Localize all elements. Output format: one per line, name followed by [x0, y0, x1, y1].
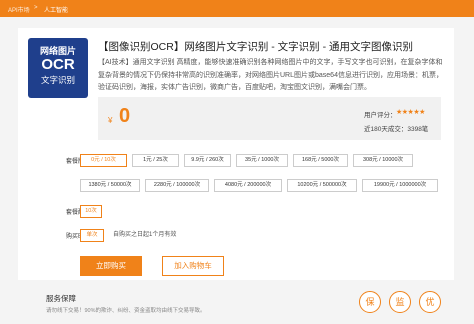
- add-to-cart-button[interactable]: 加入购物车: [162, 256, 224, 276]
- package-option-4[interactable]: 168元 / 5000次: [293, 154, 348, 167]
- product-title: 【图像识别OCR】网络图片文字识别 - 文字识别 - 通用文字图像识别: [98, 41, 413, 53]
- top-nav-bar: API市场 > 人工智能: [0, 0, 474, 17]
- quota-value[interactable]: 10次: [80, 205, 102, 218]
- product-card: 网络图片 OCR 文字识别 【图像识别OCR】网络图片文字识别 - 文字识别 -…: [18, 28, 454, 280]
- guarantee-warning: 请勿线下交易！90%的欺诈、纠纷、资金盗取均由线下交易导致。: [46, 308, 206, 314]
- breadcrumb-api-market[interactable]: API市场: [8, 5, 30, 14]
- package-option-10[interactable]: 19900元 / 1000000次: [362, 179, 438, 192]
- duration-option-single[interactable]: 单次: [80, 229, 104, 242]
- price-currency: ¥: [108, 116, 113, 125]
- price-panel: ¥ 0 用户评分： ★★★★★ 近180天成交：3398笔: [98, 97, 441, 140]
- package-option-1[interactable]: 1元 / 25次: [132, 154, 179, 167]
- breadcrumb-separator: >: [34, 5, 38, 11]
- rating-stars: ★★★★★: [396, 109, 425, 116]
- rating-label: 用户评分：: [364, 112, 397, 119]
- package-option-5[interactable]: 308元 / 10000次: [353, 154, 413, 167]
- package-option-3[interactable]: 35元 / 1000次: [236, 154, 288, 167]
- package-option-6[interactable]: 1380元 / 50000次: [80, 179, 140, 192]
- buy-now-button[interactable]: 立即购买: [80, 256, 142, 276]
- duration-hint: 自购买之日起1个月有效: [113, 232, 177, 238]
- package-option-0[interactable]: 0元 / 10次: [80, 154, 127, 167]
- logo-text-line2: OCR: [41, 56, 75, 73]
- package-option-2[interactable]: 9.9元 / 260次: [184, 154, 231, 167]
- guarantee-badge-protect: 保: [359, 291, 381, 313]
- package-option-7[interactable]: 2280元 / 100000次: [145, 179, 209, 192]
- guarantee-badge-quality: 优: [419, 291, 441, 313]
- breadcrumb-current[interactable]: 人工智能: [44, 5, 68, 14]
- sales-count: 近180天成交：3398笔: [364, 126, 429, 133]
- package-option-8[interactable]: 4080元 / 200000次: [214, 179, 282, 192]
- price-value: 0: [119, 105, 131, 127]
- product-logo: 网络图片 OCR 文字识别: [28, 38, 88, 98]
- product-description: 【AI技术】通用文字识别 高精度，能够快速准确识别各种网络图片中的文字，手写文字…: [98, 59, 443, 91]
- logo-text-line3: 文字识别: [40, 75, 75, 85]
- guarantee-title: 服务保障: [46, 294, 76, 303]
- package-option-9[interactable]: 10200元 / 500000次: [287, 179, 357, 192]
- guarantee-badge-supervise: 监: [389, 291, 411, 313]
